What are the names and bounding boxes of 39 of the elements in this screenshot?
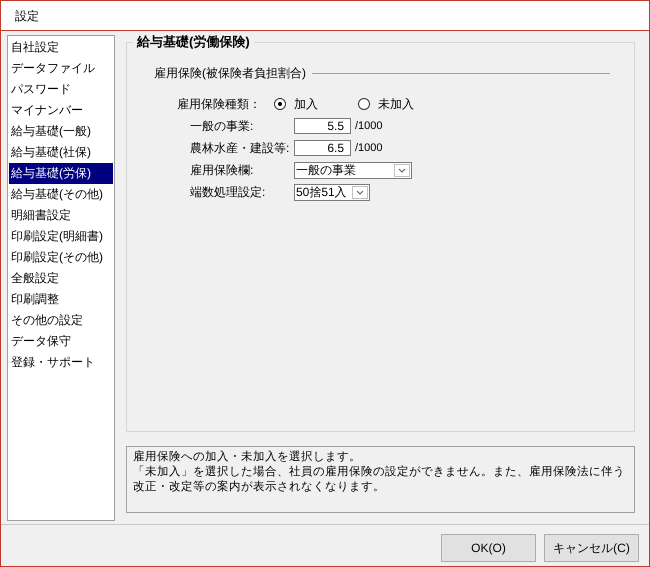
radio-label[interactable]: 未加入 — [378, 95, 414, 113]
help-text: 雇用保険への加入・未加入を選択します。 「未加入」を選択した場合、社員の雇用保険の設定ができません。また、雇用保険法に伴う改正・改定等の案内が表示されなくなります。 — [126, 446, 635, 513]
sidebar-item[interactable]: その他の設定 — [9, 310, 113, 331]
sidebar-item[interactable]: 登録・サポート — [9, 352, 113, 373]
number-field[interactable]: 5.5 — [294, 118, 351, 134]
dialog-button[interactable]: キャンセル(C) — [544, 534, 639, 562]
dialog-button[interactable]: OK(O) — [441, 534, 536, 562]
chevron-down-icon — [352, 186, 368, 198]
sidebar-item[interactable]: パスワード — [9, 79, 113, 100]
radio-button[interactable] — [274, 98, 286, 110]
sidebar-item[interactable]: 給与基礎(一般) — [9, 121, 113, 142]
field-label: 一般の事業: — [190, 118, 254, 135]
field-label: 雇用保険種類： — [177, 96, 262, 113]
sidebar-item[interactable]: 印刷設定(その他) — [9, 247, 113, 268]
sidebar-item[interactable]: 給与基礎(社保) — [9, 142, 113, 163]
sidebar-item[interactable]: データ保守 — [9, 331, 113, 352]
sidebar-item[interactable]: 給与基礎(労保) — [9, 163, 113, 184]
section-title: 雇用保険(被保険者負担割合) — [154, 65, 307, 82]
sidebar-item[interactable]: データファイル — [9, 58, 113, 79]
group-title: 給与基礎(労働保険) — [133, 34, 254, 50]
field-label: 農林水産・建設等: — [190, 140, 290, 157]
sidebar-item[interactable]: マイナンバー — [9, 100, 113, 121]
radio-button[interactable] — [358, 98, 370, 110]
field-label: 雇用保険欄: — [190, 162, 254, 179]
sidebar-item[interactable]: 印刷設定(明細書) — [9, 226, 113, 247]
unit-label: /1000 — [355, 118, 383, 134]
radio-label[interactable]: 加入 — [294, 95, 318, 113]
number-field[interactable]: 6.5 — [294, 140, 351, 156]
chevron-down-icon — [394, 164, 410, 176]
window-title: 設定 — [15, 8, 39, 24]
sidebar-item[interactable]: 全般設定 — [9, 268, 113, 289]
sidebar-item[interactable]: 給与基礎(その他) — [9, 184, 113, 205]
sidebar-item[interactable]: 明細書設定 — [9, 205, 113, 226]
sidebar-item[interactable]: 自社設定 — [9, 37, 113, 58]
sidebar-item[interactable]: 印刷調整 — [9, 289, 113, 310]
dropdown[interactable]: 一般の事業 — [294, 162, 412, 178]
unit-label: /1000 — [355, 140, 383, 156]
field-label: 端数処理設定: — [190, 184, 266, 201]
dropdown[interactable]: 50捨51入 — [294, 184, 370, 200]
